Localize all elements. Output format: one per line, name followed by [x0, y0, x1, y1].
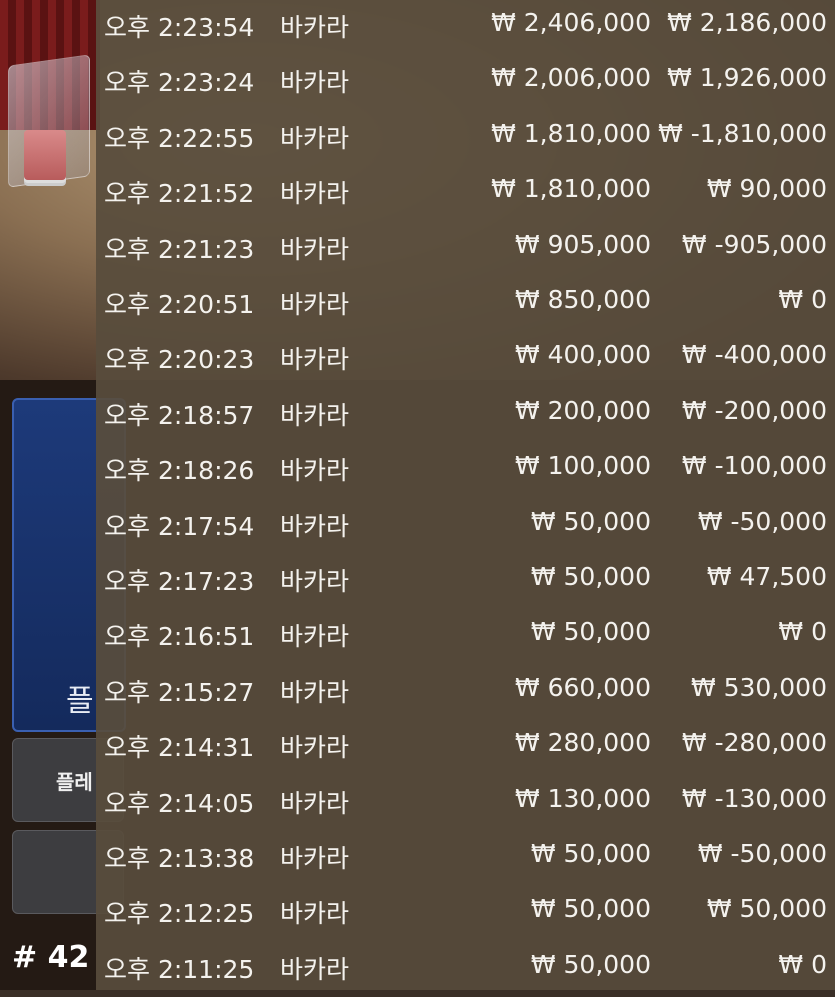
history-bet-amount: ₩ 130,000 — [514, 784, 651, 813]
history-time: 오후 2:17:54 — [104, 512, 255, 541]
history-bet-amount: ₩ 50,000 — [530, 894, 651, 923]
history-win-amount: ₩ 0 — [778, 617, 827, 646]
history-time: 오후 2:20:23 — [104, 345, 255, 374]
history-row[interactable]: 오후 2:18:26 바카라 ₩ 100,000 ₩ -100,000 — [96, 443, 835, 498]
history-time: 오후 2:15:27 — [104, 678, 255, 707]
history-bet-amount: ₩ 400,000 — [514, 340, 651, 369]
history-row[interactable]: 오후 2:17:54 바카라 ₩ 50,000 ₩ -50,000 — [96, 499, 835, 554]
round-id: # 42 — [12, 940, 90, 975]
history-win-amount: ₩ 2,186,000 — [667, 8, 827, 37]
history-row[interactable]: 오후 2:23:24 바카라 ₩ 2,006,000 ₩ 1,926,000 — [96, 55, 835, 110]
history-bet-amount: ₩ 200,000 — [514, 396, 651, 425]
history-game: 바카라 — [280, 899, 350, 928]
history-win-amount: ₩ 50,000 — [706, 894, 827, 923]
history-game: 바카라 — [280, 456, 350, 485]
history-row[interactable]: 오후 2:22:55 바카라 ₩ 1,810,000 ₩ -1,810,000 — [96, 111, 835, 166]
history-time: 오후 2:22:55 — [104, 124, 255, 153]
history-time: 오후 2:18:57 — [104, 401, 255, 430]
history-time: 오후 2:23:24 — [104, 68, 255, 97]
history-time: 오후 2:21:23 — [104, 235, 255, 264]
history-game: 바카라 — [280, 567, 350, 596]
history-win-amount: ₩ 0 — [778, 950, 827, 979]
history-bet-amount: ₩ 280,000 — [514, 728, 651, 757]
history-bet-amount: ₩ 2,006,000 — [491, 63, 651, 92]
history-win-amount: ₩ 1,926,000 — [667, 63, 827, 92]
history-game: 바카라 — [280, 345, 350, 374]
history-game: 바카라 — [280, 124, 350, 153]
history-row[interactable]: 오후 2:14:31 바카라 ₩ 280,000 ₩ -280,000 — [96, 720, 835, 775]
player-bet-label: 플 — [66, 684, 94, 719]
history-row[interactable]: 오후 2:14:05 바카라 ₩ 130,000 ₩ -130,000 — [96, 776, 835, 831]
history-bet-amount: ₩ 660,000 — [514, 673, 651, 702]
history-bet-amount: ₩ 50,000 — [530, 562, 651, 591]
history-game: 바카라 — [280, 401, 350, 430]
history-row[interactable]: 오후 2:21:23 바카라 ₩ 905,000 ₩ -905,000 — [96, 222, 835, 277]
history-bet-amount: ₩ 50,000 — [530, 950, 651, 979]
history-time: 오후 2:17:23 — [104, 567, 255, 596]
history-row[interactable]: 오후 2:18:57 바카라 ₩ 200,000 ₩ -200,000 — [96, 388, 835, 443]
history-win-amount: ₩ -400,000 — [681, 340, 827, 369]
history-game: 바카라 — [280, 68, 350, 97]
history-row[interactable]: 오후 2:13:38 바카라 ₩ 50,000 ₩ -50,000 — [96, 831, 835, 886]
history-win-amount: ₩ 0 — [778, 285, 827, 314]
history-row[interactable]: 오후 2:23:54 바카라 ₩ 2,406,000 ₩ 2,186,000 — [96, 0, 835, 55]
history-row[interactable]: 오후 2:17:23 바카라 ₩ 50,000 ₩ 47,500 — [96, 554, 835, 609]
history-game: 바카라 — [280, 179, 350, 208]
history-game: 바카라 — [280, 733, 350, 762]
history-row[interactable]: 오후 2:20:51 바카라 ₩ 850,000 ₩ 0 — [96, 277, 835, 332]
history-game: 바카라 — [280, 844, 350, 873]
history-win-amount: ₩ -1,810,000 — [658, 119, 827, 148]
history-time: 오후 2:13:38 — [104, 844, 255, 873]
history-win-amount: ₩ -50,000 — [697, 839, 827, 868]
history-time: 오후 2:18:26 — [104, 456, 255, 485]
card-deck-icon — [24, 130, 66, 180]
history-game: 바카라 — [280, 13, 350, 42]
player-pair-label: 플레 — [56, 770, 93, 794]
history-row[interactable]: 오후 2:15:27 바카라 ₩ 660,000 ₩ 530,000 — [96, 665, 835, 720]
history-bet-amount: ₩ 100,000 — [514, 451, 651, 480]
history-win-amount: ₩ -100,000 — [681, 451, 827, 480]
history-bet-amount: ₩ 1,810,000 — [491, 119, 651, 148]
history-win-amount: ₩ 90,000 — [706, 174, 827, 203]
history-time: 오후 2:14:05 — [104, 789, 255, 818]
history-bet-amount: ₩ 2,406,000 — [491, 8, 651, 37]
history-win-amount: ₩ -280,000 — [681, 728, 827, 757]
history-bet-amount: ₩ 1,810,000 — [491, 174, 651, 203]
history-time: 오후 2:21:52 — [104, 179, 255, 208]
history-game: 바카라 — [280, 622, 350, 651]
history-bet-amount: ₩ 50,000 — [530, 839, 651, 868]
history-bet-amount: ₩ 905,000 — [514, 230, 651, 259]
history-time: 오후 2:12:25 — [104, 899, 255, 928]
history-bet-amount: ₩ 50,000 — [530, 507, 651, 536]
history-bet-amount: ₩ 850,000 — [514, 285, 651, 314]
history-game: 바카라 — [280, 955, 350, 984]
history-row[interactable]: 오후 2:11:25 바카라 ₩ 50,000 ₩ 0 — [96, 942, 835, 997]
history-time: 오후 2:23:54 — [104, 13, 255, 42]
history-time: 오후 2:16:51 — [104, 622, 255, 651]
history-game: 바카라 — [280, 678, 350, 707]
bet-history-panel[interactable]: 오후 2:23:54 바카라 ₩ 2,406,000 ₩ 2,186,000 오후 2:… — [96, 0, 835, 990]
history-win-amount: ₩ -50,000 — [697, 507, 827, 536]
history-win-amount: ₩ -200,000 — [681, 396, 827, 425]
history-game: 바카라 — [280, 290, 350, 319]
history-row[interactable]: 오후 2:12:25 바카라 ₩ 50,000 ₩ 50,000 — [96, 886, 835, 941]
history-game: 바카라 — [280, 789, 350, 818]
history-time: 오후 2:20:51 — [104, 290, 255, 319]
history-row[interactable]: 오후 2:20:23 바카라 ₩ 400,000 ₩ -400,000 — [96, 332, 835, 387]
history-game: 바카라 — [280, 235, 350, 264]
history-win-amount: ₩ -130,000 — [681, 784, 827, 813]
history-win-amount: ₩ -905,000 — [681, 230, 827, 259]
history-time: 오후 2:11:25 — [104, 955, 255, 984]
history-game: 바카라 — [280, 512, 350, 541]
history-row[interactable]: 오후 2:16:51 바카라 ₩ 50,000 ₩ 0 — [96, 609, 835, 664]
history-row[interactable]: 오후 2:21:52 바카라 ₩ 1,810,000 ₩ 90,000 — [96, 166, 835, 221]
history-win-amount: ₩ 47,500 — [706, 562, 827, 591]
history-time: 오후 2:14:31 — [104, 733, 255, 762]
history-win-amount: ₩ 530,000 — [690, 673, 827, 702]
history-bet-amount: ₩ 50,000 — [530, 617, 651, 646]
